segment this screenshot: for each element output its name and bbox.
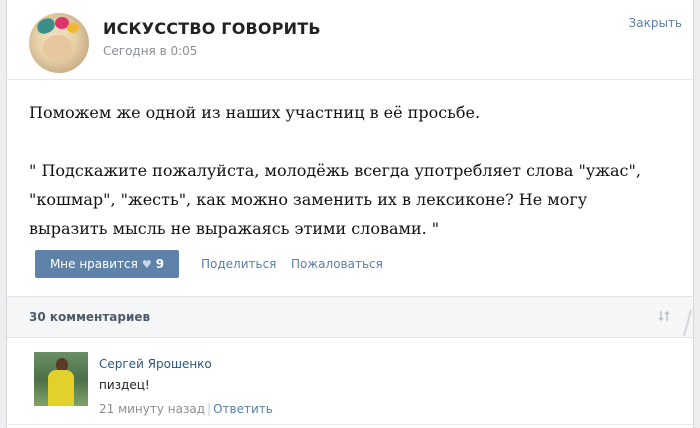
post-text-line: Поможем же одной из наших участниц в её … — [29, 103, 481, 122]
reply-link[interactable]: Ответить — [213, 402, 273, 416]
avatar-flower-shape — [35, 16, 57, 36]
group-avatar[interactable] — [29, 13, 89, 73]
post-body: Поможем же одной из наших участниц в её … — [29, 98, 679, 243]
separator: | — [207, 402, 212, 416]
post-time: Сегодня в 0:05 — [103, 44, 198, 58]
post-text-line: выразить мысль не выражаясь этими словам… — [29, 219, 440, 238]
like-button[interactable]: Мне нравится ♥ 9 — [35, 250, 179, 278]
avatar-flower-shape — [67, 23, 79, 33]
sort-icon[interactable] — [657, 309, 671, 323]
comment-author[interactable]: Сергей Ярошенко — [99, 357, 212, 371]
heart-icon: ♥ — [141, 257, 152, 271]
post-text-line: "кошмар", "жесть", как можно заменить их… — [29, 190, 588, 209]
post-card: ИСКУССТВО ГОВОРИТЬ Сегодня в 0:05 Закрыт… — [6, 0, 694, 428]
group-name[interactable]: ИСКУССТВО ГОВОРИТЬ — [103, 19, 321, 38]
comments-count: 30 комментариев — [29, 310, 151, 324]
avatar-figure-shape — [43, 35, 73, 61]
comment-meta: 21 минуту назад | Ответить — [99, 402, 273, 416]
divider — [7, 424, 693, 425]
comment-time[interactable]: 21 минуту назад — [99, 402, 205, 416]
scrollbar-thumb[interactable] — [681, 308, 693, 338]
comment-text: пиздец! — [99, 378, 150, 392]
commenter-avatar[interactable] — [34, 352, 88, 406]
like-label: Мне нравится — [49, 257, 138, 271]
like-count: 9 — [155, 257, 165, 271]
avatar-figure-shape — [48, 370, 74, 406]
post-text-line: " Подскажите пожалуйста, молодёжь всегда… — [29, 161, 641, 180]
comments-header: 30 комментариев — [7, 296, 693, 338]
share-link[interactable]: Поделиться — [201, 257, 276, 271]
close-link[interactable]: Закрыть — [629, 16, 682, 30]
divider — [7, 79, 693, 80]
report-link[interactable]: Пожаловаться — [291, 257, 383, 271]
